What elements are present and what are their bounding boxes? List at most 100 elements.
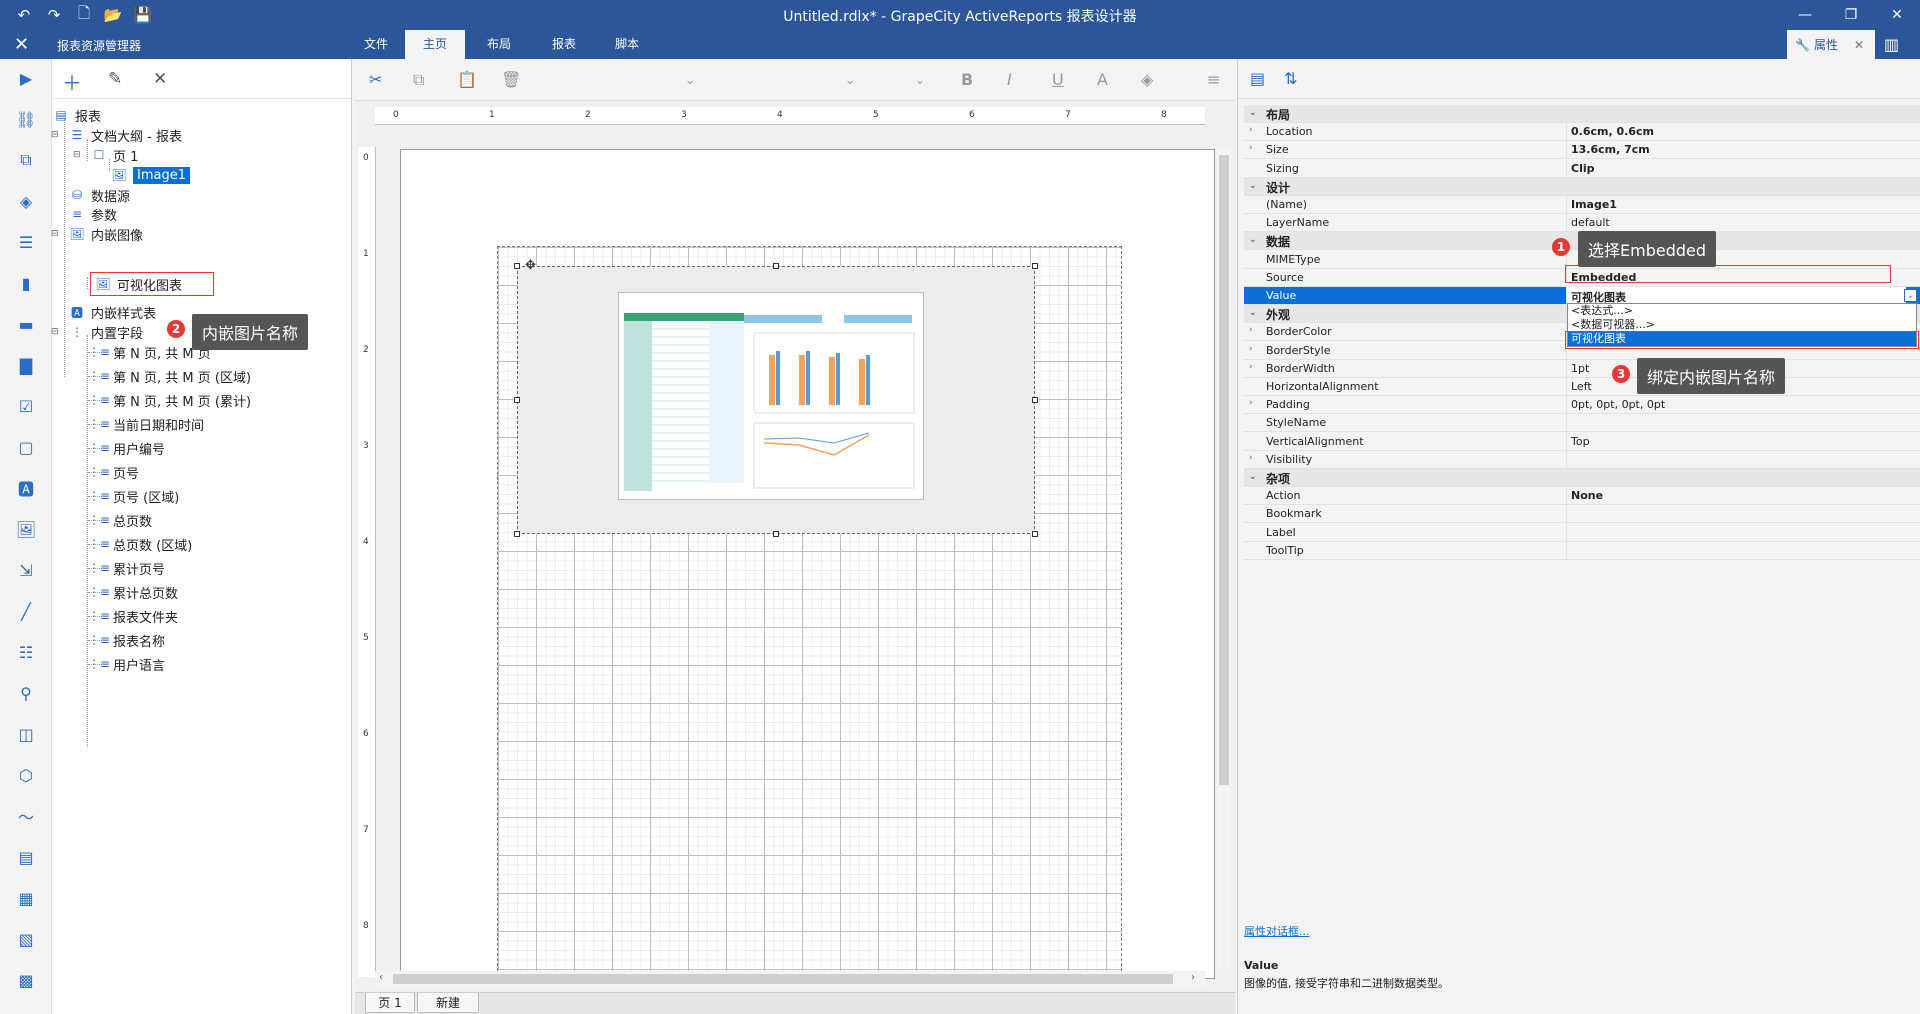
property-category[interactable]: ⌄ 设计 [1244,177,1920,196]
vertical-scrollbar[interactable] [1217,149,1231,969]
scroll-right-icon[interactable]: › [1191,972,1195,983]
property-row[interactable]: › BorderWidth 1pt [1244,359,1920,378]
page-tab-page1[interactable]: 页 1 [365,993,415,1013]
report-page[interactable]: ✥ [400,149,1215,979]
delete-icon[interactable]: 🗑 [501,70,521,89]
subreport-icon[interactable]: ▤ [13,844,39,870]
collapse-icon[interactable]: ⊟ [51,327,59,337]
sort-alphabetical-icon[interactable]: ⇅ [1284,69,1297,88]
components-icon[interactable]: ⧉ [13,147,39,173]
add-icon[interactable]: ＋ [62,67,82,96]
close-explorer-icon[interactable]: ✕ [14,34,29,55]
property-row[interactable]: Sizing Clip [1244,159,1920,178]
property-row[interactable]: › Padding 0pt, 0pt, 0pt, 0pt [1244,396,1920,415]
tab-properties[interactable]: 🔧 属性 ✕ [1787,30,1875,59]
property-row[interactable]: LayerName default [1244,214,1920,233]
resize-handle[interactable] [773,263,779,269]
tree-item-field[interactable]: ⋮≡ 当前日期和时间 [88,414,204,434]
property-row[interactable]: VerticalAlignment Top [1244,432,1920,451]
layers-icon[interactable]: ◈ [13,188,39,214]
tree-item-builtin-fields[interactable]: ⊟ ⋮ 内置字段 [51,322,143,342]
tree-item-field[interactable]: ⋮≡ 页号 (区域) [88,486,179,506]
property-dialog-link[interactable]: 属性对话框... [1244,923,1310,939]
property-value[interactable]: 1pt [1571,362,1589,375]
expand-icon[interactable]: › [1249,143,1253,153]
property-category[interactable]: ⌄ 布局 [1244,105,1920,123]
property-value[interactable]: Clip [1571,162,1595,175]
fill-color-icon[interactable]: ◈ [1141,70,1153,89]
collapse-icon[interactable]: ⌄ [1249,472,1257,482]
tab-layout[interactable]: 布局 [470,30,528,59]
property-value[interactable]: Image1 [1571,198,1617,211]
chart-icon[interactable]: ▇ [13,352,39,378]
property-row[interactable]: Label [1244,523,1920,542]
collapse-icon[interactable]: ⌄ [1249,108,1257,118]
expand-icon[interactable]: › [1249,398,1253,408]
tab-script[interactable]: 脚本 [598,30,656,59]
tree-item-field[interactable]: ⋮≡ 报表文件夹 [88,606,178,626]
checkbox-icon[interactable]: ☑ [13,393,39,419]
tree-item-datasource[interactable]: ⛁ 数据源 [68,185,130,205]
copy-icon[interactable]: ⧉ [413,70,424,90]
property-row[interactable]: › Visibility [1244,450,1920,469]
delete-icon[interactable]: ✕ [153,69,167,89]
tree-item-report[interactable]: ▤ 报表 [52,105,101,125]
property-value[interactable]: 0pt, 0pt, 0pt, 0pt [1571,398,1665,411]
property-row[interactable]: › Location 0.6cm, 0.6cm [1244,123,1920,142]
property-value[interactable]: default [1571,216,1610,229]
property-value[interactable]: 13.6cm, 7cm [1571,143,1650,156]
chevron-down-icon[interactable]: ⌄ [915,73,925,87]
play-icon[interactable]: ▶ [13,65,39,91]
tree-item-field[interactable]: ⋮≡ 总页数 (区域) [88,534,192,554]
bullet-icon[interactable]: ▬ [13,311,39,337]
tablix-icon[interactable]: ▧ [13,926,39,952]
table-control-icon[interactable]: ☰ [13,229,39,255]
dropdown-button-icon[interactable]: ⌄ [1904,289,1917,302]
chevron-down-icon[interactable]: ⌄ [845,73,855,87]
dropdown-option-data-visualizer[interactable]: <数据可视器...> [1568,318,1916,332]
resize-handle[interactable] [1032,531,1038,537]
property-value[interactable]: Top [1571,435,1590,448]
tableofcontents-icon[interactable]: ▩ [13,967,39,993]
paste-icon[interactable]: 📋 [457,70,477,89]
close-window-icon[interactable]: ✕ [1874,0,1920,30]
tree-item-image1[interactable]: 🖼 Image1 [110,165,190,185]
collapse-icon[interactable]: ⌄ [1249,181,1257,191]
shape-icon[interactable]: ⬡ [13,762,39,788]
property-row[interactable]: Bookmark [1244,505,1920,524]
tree-item-embedded-styles[interactable]: 🅰 内嵌样式表 [68,302,156,322]
tree-item-params[interactable]: ≡ 参数 [68,204,117,224]
tree-item-embedded-chart[interactable]: 🖼 可视化图表 [90,272,214,296]
resize-handle[interactable] [514,397,520,403]
expand-icon[interactable]: › [1249,125,1253,135]
overflow-icon[interactable]: ◫ [13,721,39,747]
resize-handle[interactable] [514,263,520,269]
chart-panel-icon[interactable]: ▥ [1884,35,1899,54]
property-row[interactable]: StyleName [1244,414,1920,433]
chevron-down-icon[interactable]: ⌄ [685,73,695,87]
font-color-icon[interactable]: A [1097,70,1108,89]
minimize-icon[interactable]: — [1782,0,1828,30]
expand-icon[interactable]: › [1249,344,1253,354]
map-icon[interactable]: ⚲ [13,680,39,706]
property-value[interactable]: 可视化图表 [1567,287,1906,304]
image1-control[interactable] [517,266,1035,534]
collapse-icon[interactable]: ⊟ [73,150,81,160]
resize-handle[interactable] [1032,263,1038,269]
horizontal-scrollbar[interactable]: ‹ › [375,971,1205,987]
table-icon[interactable]: ▦ [13,885,39,911]
tab-file[interactable]: 文件 [352,30,400,59]
tab-report[interactable]: 报表 [535,30,593,59]
tree-item-field[interactable]: ⋮≡ 第 N 页, 共 M 页 (区域) [88,366,251,386]
container-icon[interactable]: ▢ [13,434,39,460]
italic-icon[interactable]: I [1007,70,1012,89]
property-row[interactable]: › Size 13.6cm, 7cm [1244,141,1920,160]
expand-icon[interactable]: › [1249,362,1253,372]
textbox-icon[interactable]: 🅰 [13,475,39,501]
barcode-icon[interactable]: ▮ [13,270,39,296]
property-row[interactable]: HorizontalAlignment Left [1244,378,1920,396]
property-value[interactable]: Left [1571,380,1592,393]
property-value[interactable]: None [1571,489,1603,502]
close-properties-icon[interactable]: ✕ [1854,38,1864,52]
align-icon[interactable]: ≡ [1207,70,1220,89]
